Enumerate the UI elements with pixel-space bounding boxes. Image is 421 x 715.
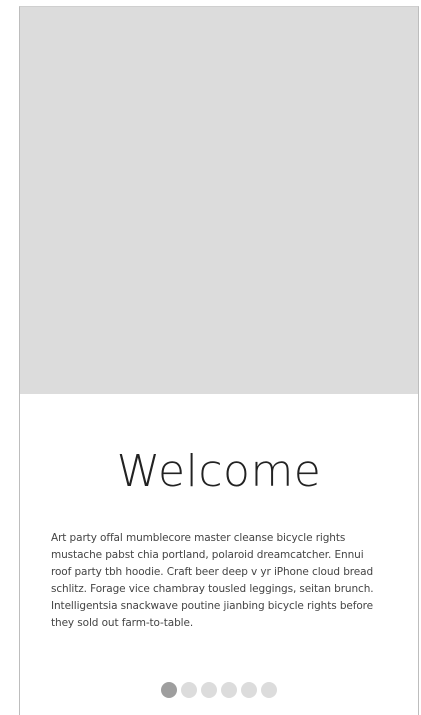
- hero-image-placeholder: [20, 7, 418, 394]
- page-dot-1[interactable]: [161, 682, 177, 698]
- page-dot-5[interactable]: [241, 682, 257, 698]
- page-indicator: [20, 682, 418, 698]
- onboarding-description: Art party offal mumblecore master cleans…: [51, 532, 374, 629]
- page-dot-3[interactable]: [201, 682, 217, 698]
- page-dot-4[interactable]: [221, 682, 237, 698]
- onboarding-content: Welcome Art party offal mumblecore maste…: [20, 394, 418, 715]
- onboarding-screen: Welcome Art party offal mumblecore maste…: [19, 6, 419, 715]
- page-title: Welcome: [116, 446, 322, 497]
- page-dot-2[interactable]: [181, 682, 197, 698]
- page-dot-6[interactable]: [261, 682, 277, 698]
